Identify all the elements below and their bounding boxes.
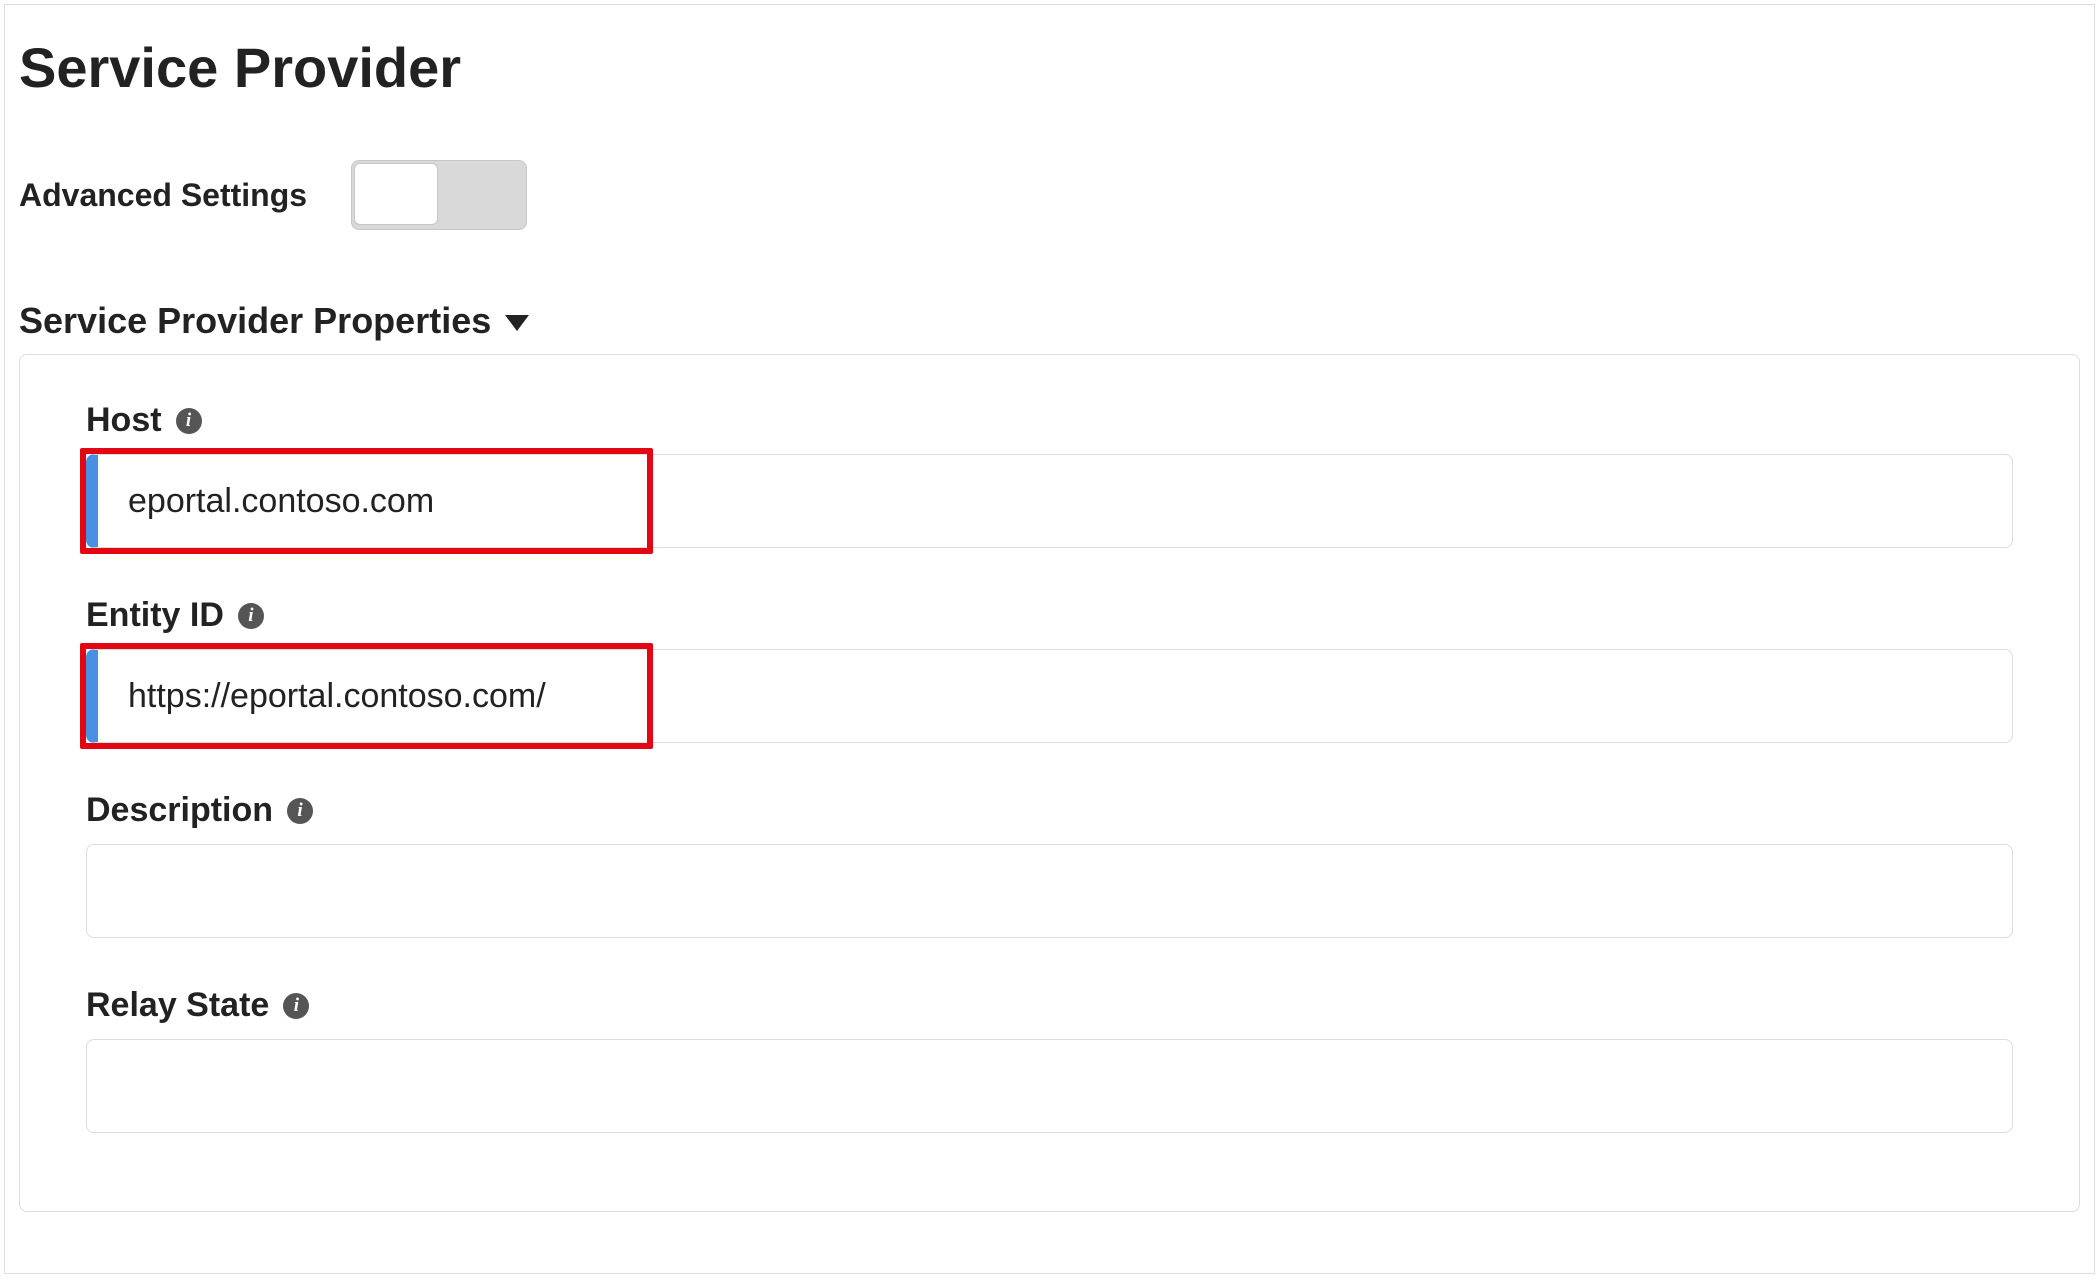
page-title: Service Provider — [5, 5, 2094, 110]
relay-state-label: Relay State — [86, 986, 269, 1025]
advanced-settings-toggle[interactable] — [351, 160, 527, 230]
host-input-wrap — [86, 454, 2013, 548]
field-label-row: Relay State i — [86, 986, 2013, 1025]
settings-panel: Service Provider Advanced Settings Servi… — [4, 4, 2095, 1274]
entity-id-input[interactable] — [86, 649, 2013, 743]
field-group-relay-state: Relay State i — [86, 986, 2013, 1133]
relay-state-input-wrap — [86, 1039, 2013, 1133]
info-icon[interactable]: i — [287, 798, 313, 824]
section-title: Service Provider Properties — [19, 300, 491, 342]
description-input-wrap — [86, 844, 2013, 938]
field-label-row: Host i — [86, 401, 2013, 440]
info-icon[interactable]: i — [176, 408, 202, 434]
description-label: Description — [86, 791, 273, 830]
field-group-description: Description i — [86, 791, 2013, 938]
field-label-row: Entity ID i — [86, 596, 2013, 635]
toggle-knob — [354, 163, 438, 225]
section-body: Host i Entity ID i Description i — [19, 354, 2080, 1212]
description-input[interactable] — [86, 844, 2013, 938]
advanced-settings-label: Advanced Settings — [19, 177, 307, 214]
chevron-down-icon — [505, 315, 529, 331]
field-group-entity-id: Entity ID i — [86, 596, 2013, 743]
info-icon[interactable]: i — [238, 603, 264, 629]
entity-id-label: Entity ID — [86, 596, 224, 635]
host-input[interactable] — [86, 454, 2013, 548]
relay-state-input[interactable] — [86, 1039, 2013, 1133]
section-header-service-provider-properties[interactable]: Service Provider Properties — [5, 240, 2094, 354]
info-icon[interactable]: i — [283, 993, 309, 1019]
advanced-settings-row: Advanced Settings — [5, 110, 2094, 240]
host-label: Host — [86, 401, 162, 440]
entity-id-input-wrap — [86, 649, 2013, 743]
field-group-host: Host i — [86, 401, 2013, 548]
field-label-row: Description i — [86, 791, 2013, 830]
